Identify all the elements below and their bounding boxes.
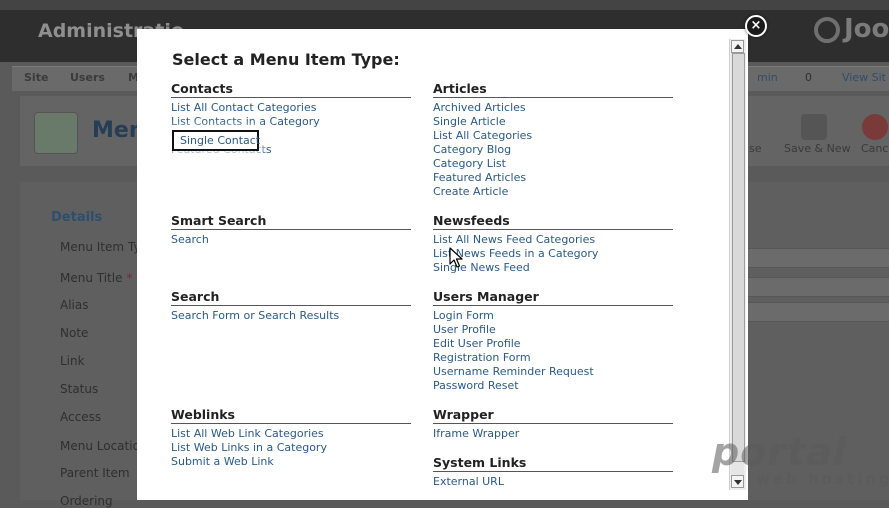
bg-input-3[interactable] [745, 302, 889, 322]
mouse-cursor-icon [449, 247, 463, 268]
admin-header-strip [0, 0, 889, 10]
item-category-list[interactable]: Category List [433, 157, 673, 171]
section-title-system-links: System Links [433, 455, 673, 472]
field-label-menu-item-type: Menu Item Typ [60, 240, 149, 254]
section-title-weblinks: Weblinks [171, 407, 411, 424]
scroll-track[interactable] [731, 53, 745, 475]
section-title-search: Search [171, 289, 411, 306]
item-iframe-wrapper[interactable]: Iframe Wrapper [433, 427, 673, 441]
item-single-news-feed[interactable]: Single News Feed [433, 261, 673, 275]
scroll-up-arrow-icon [734, 44, 742, 49]
item-user-profile[interactable]: User Profile [433, 323, 673, 337]
menu-site[interactable]: Site [24, 71, 48, 84]
item-registration-form[interactable]: Registration Form [433, 351, 673, 365]
item-list-news-feeds-in-category[interactable]: List News Feeds in a Category [433, 247, 673, 261]
bg-input-2[interactable] [745, 277, 889, 297]
section-smart-search: Smart Search Search [171, 213, 411, 247]
section-title-wrapper: Wrapper [433, 407, 673, 424]
watermark: portal web hosting [712, 430, 889, 500]
joomla-logo-text: Joo [844, 14, 889, 44]
item-submit-web-link[interactable]: Submit a Web Link [171, 455, 411, 469]
item-search[interactable]: Search [171, 233, 411, 247]
field-label-ordering: Ordering [60, 494, 113, 508]
section-title-contacts: Contacts [171, 81, 411, 98]
scroll-thumb[interactable] [732, 53, 745, 462]
section-newsfeeds: Newsfeeds List All News Feed Categories … [433, 213, 673, 275]
item-list-all-news-feed-categories[interactable]: List All News Feed Categories [433, 233, 673, 247]
item-list-all-categories[interactable]: List All Categories [433, 129, 673, 143]
item-list-web-links-in-category[interactable]: List Web Links in a Category [171, 441, 411, 455]
item-login-form[interactable]: Login Form [433, 309, 673, 323]
section-title-newsfeeds: Newsfeeds [433, 213, 673, 230]
field-label-parent-item: Parent Item [60, 466, 130, 480]
joomla-logo: Joo [814, 14, 889, 48]
section-articles: Articles Archived Articles Single Articl… [433, 81, 673, 199]
section-title-users-manager: Users Manager [433, 289, 673, 306]
item-list-contacts-in-category[interactable]: List Contacts in a Category [171, 115, 411, 129]
section-weblinks: Weblinks List All Web Link Categories Li… [171, 407, 411, 469]
item-search-form-or-results[interactable]: Search Form or Search Results [171, 309, 411, 323]
item-username-reminder-request[interactable]: Username Reminder Request [433, 365, 673, 379]
item-password-reset[interactable]: Password Reset [433, 379, 673, 393]
watermark-sub: web hosting [756, 470, 889, 488]
item-single-article[interactable]: Single Article [433, 115, 673, 129]
menubar-user-fragment: min [757, 71, 778, 84]
watermark-main: portal [712, 430, 847, 474]
section-wrapper: Wrapper Iframe Wrapper [433, 407, 673, 441]
bg-input-1[interactable] [745, 248, 889, 268]
field-label-menu-title: Menu Title * [60, 271, 133, 285]
details-heading: Details [51, 210, 103, 225]
item-external-url[interactable]: External URL [433, 475, 673, 489]
modal-scrollbar[interactable] [729, 39, 746, 490]
field-label-link: Link [60, 354, 85, 368]
save-close-button[interactable]: se [749, 142, 762, 155]
section-title-articles: Articles [433, 81, 673, 98]
highlighted-single-contact[interactable]: Single Contact [172, 130, 260, 151]
section-search: Search Search Form or Search Results [171, 289, 411, 323]
required-marker: * [126, 271, 133, 285]
item-create-article[interactable]: Create Article [433, 185, 673, 199]
cancel-button[interactable]: Cance [861, 142, 889, 155]
save-new-button[interactable]: Save & New [784, 142, 851, 155]
field-label-alias: Alias [60, 298, 89, 312]
save-new-icon [801, 114, 827, 140]
view-site-link[interactable]: View Sit [842, 71, 886, 84]
section-system-links: System Links External URL [433, 455, 673, 489]
message-count: 0 [805, 71, 812, 84]
menu-users[interactable]: Users [70, 71, 105, 84]
modal-title: Select a Menu Item Type: [172, 50, 400, 69]
section-title-smart-search: Smart Search [171, 213, 411, 230]
joomla-logo-icon [814, 16, 840, 43]
field-label-menu-location: Menu Locatio [60, 439, 140, 453]
item-list-all-contact-categories[interactable]: List All Contact Categories [171, 101, 411, 115]
menu-item-type-modal: Select a Menu Item Type: Contacts List A… [137, 29, 748, 500]
field-label-status: Status [60, 382, 99, 396]
cancel-icon [862, 114, 888, 140]
field-label-access: Access [60, 410, 102, 424]
item-list-all-web-link-categories[interactable]: List All Web Link Categories [171, 427, 411, 441]
field-label-note: Note [60, 326, 89, 340]
item-archived-articles[interactable]: Archived Articles [433, 101, 673, 115]
item-category-blog[interactable]: Category Blog [433, 143, 673, 157]
close-icon[interactable]: × [745, 15, 767, 37]
item-edit-user-profile[interactable]: Edit User Profile [433, 337, 673, 351]
menu-manager-icon [34, 112, 78, 154]
scroll-up-button[interactable] [731, 40, 744, 53]
section-users-manager: Users Manager Login Form User Profile Ed… [433, 289, 673, 393]
item-featured-articles[interactable]: Featured Articles [433, 171, 673, 185]
